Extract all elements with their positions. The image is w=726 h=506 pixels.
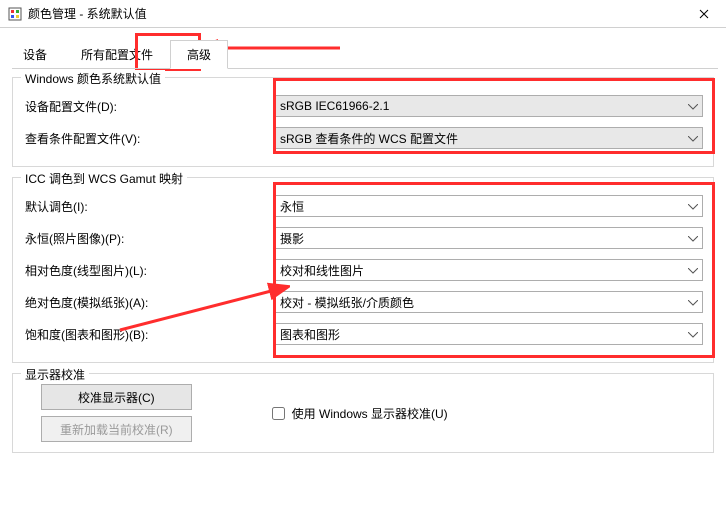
combo-icc-3-value: 校对 - 模拟纸张/介质颜色 [280, 294, 414, 311]
chevron-down-icon [688, 263, 698, 277]
tab-device[interactable]: 设备 [6, 40, 64, 69]
label-icc-2: 相对色度(线型图片)(L): [23, 262, 273, 279]
combo-icc-0[interactable]: 永恒 [273, 195, 703, 217]
checkbox-use-windows-calibration[interactable]: 使用 Windows 显示器校准(U) [268, 404, 448, 423]
label-device-profile: 设备配置文件(D): [23, 98, 273, 115]
chevron-down-icon [688, 131, 698, 145]
combo-icc-2[interactable]: 校对和线性图片 [273, 259, 703, 281]
titlebar: 颜色管理 - 系统默认值 [0, 0, 726, 28]
combo-icc-0-value: 永恒 [280, 198, 304, 215]
label-icc-0: 默认调色(I): [23, 198, 273, 215]
label-icc-4: 饱和度(图表和图形)(B): [23, 326, 273, 343]
combo-view-conditions-value: sRGB 查看条件的 WCS 配置文件 [280, 130, 458, 147]
combo-icc-3[interactable]: 校对 - 模拟纸张/介质颜色 [273, 291, 703, 313]
combo-icc-4-value: 图表和图形 [280, 326, 340, 343]
chevron-down-icon [688, 295, 698, 309]
legend-icc-wcs: ICC 调色到 WCS Gamut 映射 [21, 170, 187, 187]
legend-display-calibration: 显示器校准 [21, 366, 89, 383]
checkbox-use-windows-calibration-label: 使用 Windows 显示器校准(U) [292, 405, 448, 422]
chevron-down-icon [688, 327, 698, 341]
combo-view-conditions[interactable]: sRGB 查看条件的 WCS 配置文件 [273, 127, 703, 149]
btn-calibrate-display-label: 校准显示器(C) [78, 389, 155, 406]
btn-calibrate-display[interactable]: 校准显示器(C) [41, 384, 192, 410]
label-icc-1: 永恒(照片图像)(P): [23, 230, 273, 247]
label-view-conditions: 查看条件配置文件(V): [23, 130, 273, 147]
group-display-calibration: 显示器校准 校准显示器(C) 重新加载当前校准(R) 使用 Windows 显示… [12, 373, 714, 453]
group-icc-wcs: ICC 调色到 WCS Gamut 映射 默认调色(I):永恒永恒(照片图像)(… [12, 177, 714, 363]
btn-reload-calibration[interactable]: 重新加载当前校准(R) [41, 416, 192, 442]
combo-icc-4[interactable]: 图表和图形 [273, 323, 703, 345]
close-button[interactable] [682, 0, 726, 28]
app-icon [8, 7, 22, 21]
combo-icc-1[interactable]: 摄影 [273, 227, 703, 249]
legend-windows-defaults: Windows 颜色系统默认值 [21, 70, 165, 87]
tab-advanced[interactable]: 高级 [170, 40, 228, 69]
btn-reload-calibration-label: 重新加载当前校准(R) [60, 421, 173, 438]
chevron-down-icon [688, 231, 698, 245]
label-icc-3: 绝对色度(模拟纸张)(A): [23, 294, 273, 311]
combo-icc-1-value: 摄影 [280, 230, 304, 247]
chevron-down-icon [688, 199, 698, 213]
close-icon [699, 9, 709, 19]
combo-device-profile[interactable]: sRGB IEC61966-2.1 [273, 95, 703, 117]
chevron-down-icon [688, 99, 698, 113]
group-windows-defaults: Windows 颜色系统默认值 设备配置文件(D): sRGB IEC61966… [12, 77, 714, 167]
window-title: 颜色管理 - 系统默认值 [28, 5, 147, 22]
tab-all-profiles[interactable]: 所有配置文件 [64, 40, 170, 69]
checkbox-use-windows-calibration-input[interactable] [272, 407, 285, 420]
tab-strip: 设备 所有配置文件 高级 [6, 40, 726, 69]
combo-device-profile-value: sRGB IEC61966-2.1 [280, 99, 389, 113]
combo-icc-2-value: 校对和线性图片 [280, 262, 364, 279]
